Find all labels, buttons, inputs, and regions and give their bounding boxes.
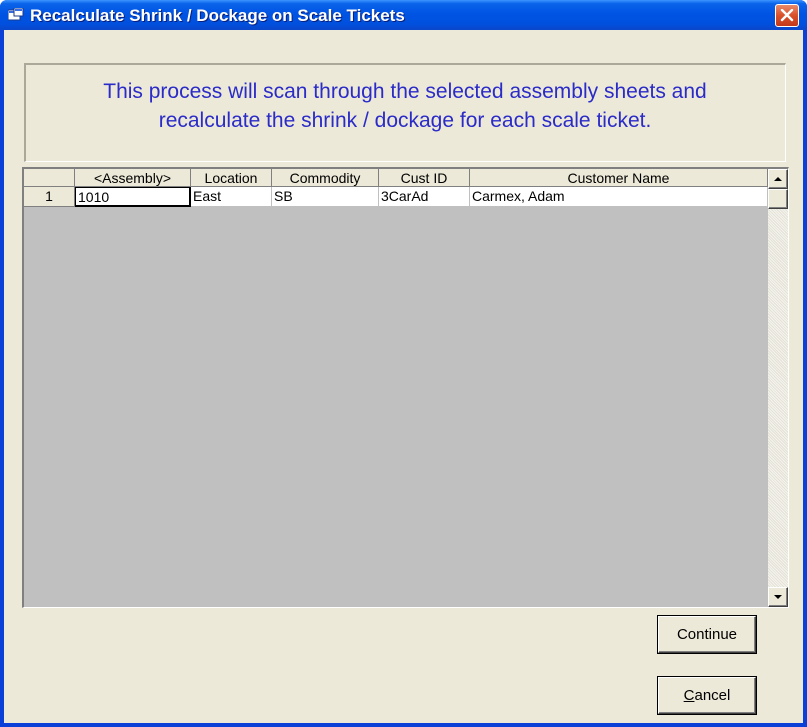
row-number[interactable]: 1 bbox=[24, 187, 75, 207]
cancel-hotkey: C bbox=[683, 687, 695, 704]
arrow-down-icon bbox=[774, 595, 782, 599]
scroll-thumb[interactable] bbox=[768, 189, 788, 209]
dialog-window: Recalculate Shrink / Dockage on Scale Ti… bbox=[0, 0, 807, 727]
cancel-label-rest: ancel bbox=[694, 687, 731, 704]
dialog-body: This process will scan through the selec… bbox=[4, 30, 803, 723]
cell-assembly[interactable]: 1010 bbox=[75, 187, 191, 207]
cell-customer-name[interactable]: Carmex, Adam bbox=[470, 187, 768, 207]
info-text-line-1: This process will scan through the selec… bbox=[103, 80, 707, 103]
info-text-line-2: recalculate the shrink / dockage for eac… bbox=[158, 109, 652, 132]
column-header-cust-id[interactable]: Cust ID bbox=[379, 169, 470, 187]
grid-content: <Assembly> Location Commodity Cust ID Cu… bbox=[24, 169, 768, 607]
grid-vertical-scrollbar[interactable] bbox=[768, 169, 788, 607]
info-banner: This process will scan through the selec… bbox=[24, 63, 786, 162]
close-icon bbox=[780, 9, 794, 22]
cell-location[interactable]: East bbox=[191, 187, 272, 207]
column-header-assembly[interactable]: <Assembly> bbox=[75, 169, 191, 187]
cell-cust-id[interactable]: 3CarAd bbox=[379, 187, 470, 207]
cell-commodity[interactable]: SB bbox=[272, 187, 379, 207]
cancel-button[interactable]: Cancel bbox=[658, 677, 756, 714]
scroll-down-button[interactable] bbox=[768, 587, 788, 607]
window-title: Recalculate Shrink / Dockage on Scale Ti… bbox=[30, 6, 405, 25]
continue-button[interactable]: Continue bbox=[658, 616, 756, 653]
info-text: This process will scan through the selec… bbox=[26, 77, 784, 135]
column-header-customer-name[interactable]: Customer Name bbox=[470, 169, 768, 187]
scroll-up-button[interactable] bbox=[768, 169, 788, 189]
column-header-commodity[interactable]: Commodity bbox=[272, 169, 379, 187]
arrow-up-icon bbox=[774, 177, 782, 181]
close-button[interactable] bbox=[775, 4, 799, 27]
assembly-grid[interactable]: <Assembly> Location Commodity Cust ID Cu… bbox=[22, 167, 789, 608]
row-header-corner bbox=[24, 169, 75, 187]
app-icon bbox=[8, 8, 24, 21]
column-header-location[interactable]: Location bbox=[191, 169, 272, 187]
title-bar[interactable]: Recalculate Shrink / Dockage on Scale Ti… bbox=[0, 0, 807, 30]
